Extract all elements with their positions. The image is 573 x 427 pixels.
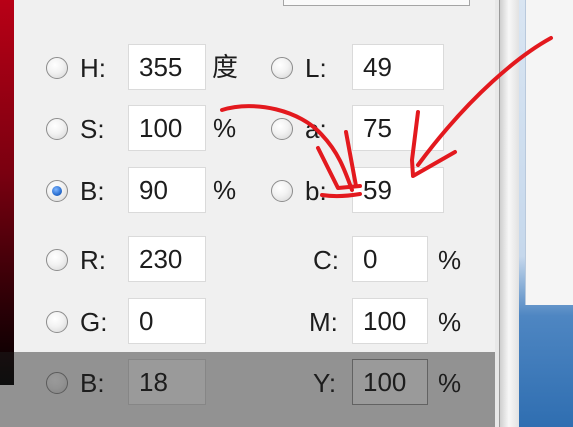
magenta-unit: % — [438, 307, 462, 337]
hue-input[interactable]: 355 — [128, 44, 206, 90]
lab-l-input[interactable]: 49 — [352, 44, 444, 90]
red-label: R: — [80, 245, 106, 275]
brightness-input[interactable]: 90 — [128, 167, 206, 213]
saturation-input[interactable]: 100 — [128, 105, 206, 151]
hue-unit: 度 — [212, 52, 239, 82]
green-input[interactable]: 0 — [128, 298, 206, 344]
brightness-unit: % — [213, 175, 237, 205]
lab-a-input[interactable]: 75 — [352, 105, 444, 151]
magenta-label: M: — [309, 307, 338, 337]
radio-brightness[interactable] — [46, 180, 68, 202]
saturation-unit: % — [213, 113, 237, 143]
color-gradient-preview — [0, 0, 14, 385]
lab-l-label: L: — [305, 53, 327, 83]
bottom-overlay-shade — [0, 352, 495, 427]
cyan-label: C: — [313, 245, 339, 275]
right-panel — [495, 0, 573, 427]
lab-b-label: b: — [305, 176, 327, 206]
radio-lab-a[interactable] — [271, 118, 293, 140]
radio-green[interactable] — [46, 311, 68, 333]
cyan-unit: % — [438, 245, 462, 275]
background-panel — [525, 0, 573, 305]
radio-red[interactable] — [46, 249, 68, 271]
saturation-label: S: — [80, 114, 105, 144]
cyan-input[interactable]: 0 — [352, 236, 428, 282]
hue-label: H: — [80, 53, 106, 83]
radio-hue[interactable] — [46, 57, 68, 79]
red-input[interactable]: 230 — [128, 236, 206, 282]
radio-lab-b[interactable] — [271, 180, 293, 202]
magenta-input[interactable]: 100 — [352, 298, 428, 344]
hex-field-top-edge[interactable] — [283, 0, 470, 6]
lab-a-label: a: — [305, 114, 327, 144]
radio-saturation[interactable] — [46, 118, 68, 140]
lab-b-input[interactable]: 59 — [352, 167, 444, 213]
brightness-label: B: — [80, 176, 105, 206]
radio-lab-l[interactable] — [271, 57, 293, 79]
green-label: G: — [80, 307, 108, 337]
